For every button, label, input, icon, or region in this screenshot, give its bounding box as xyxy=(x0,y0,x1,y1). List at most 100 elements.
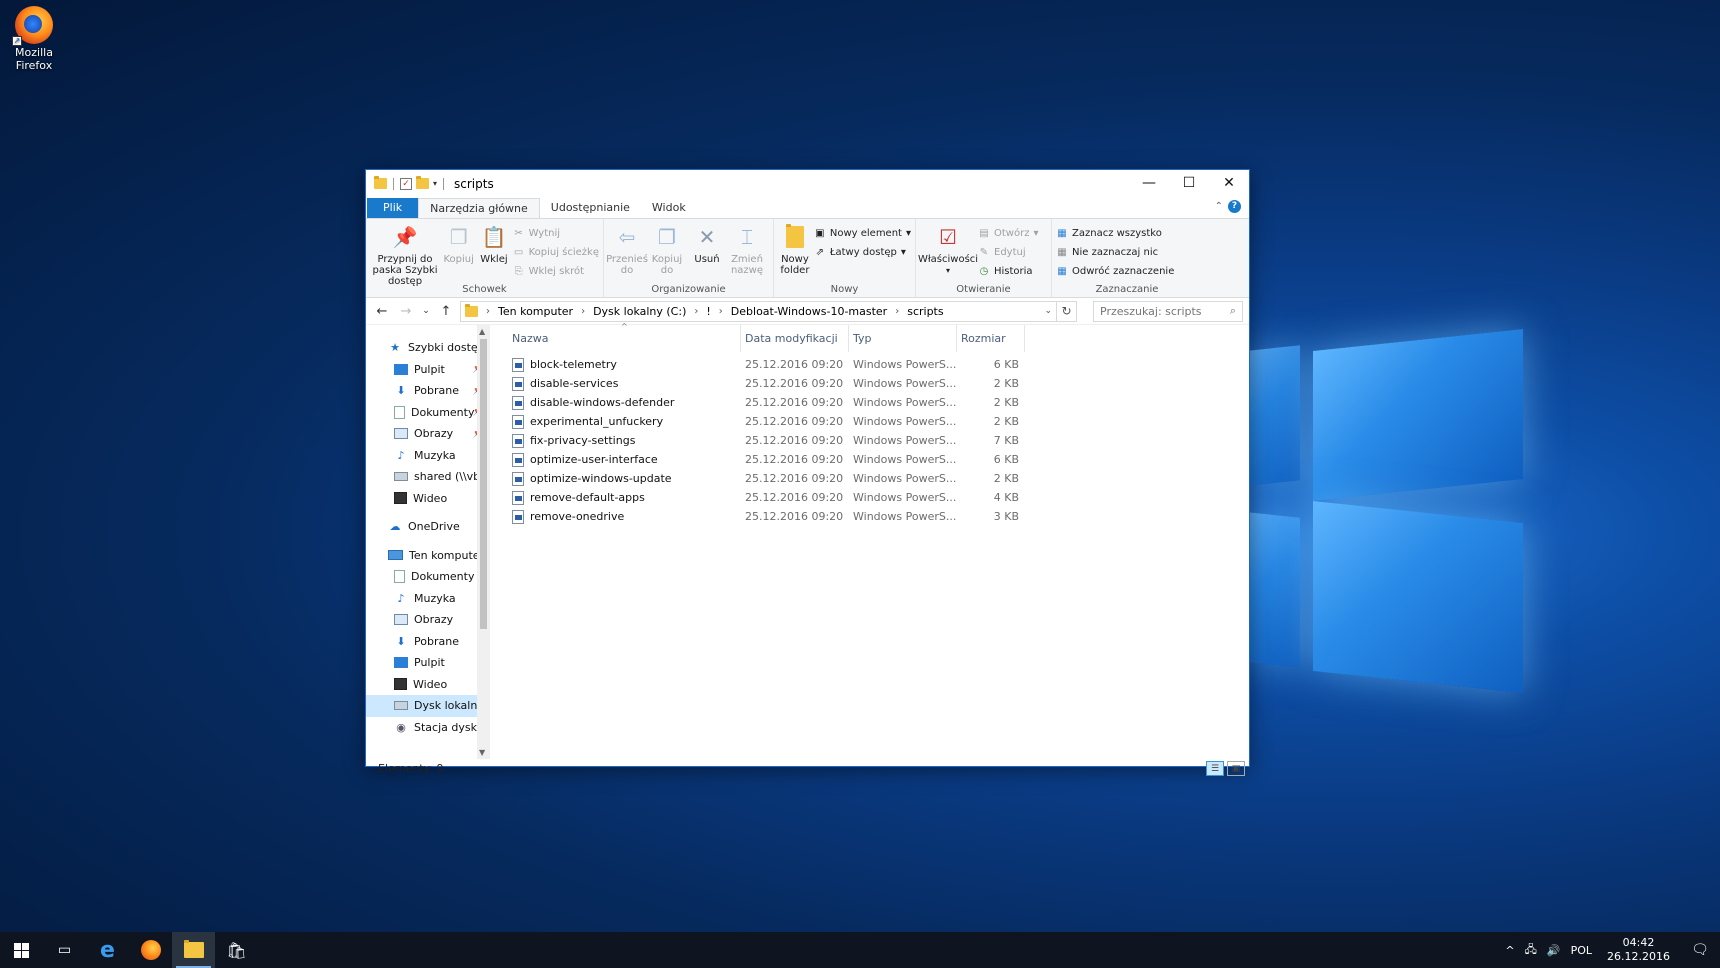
file-row[interactable]: disable-windows-defender 25.12.2016 09:20… xyxy=(508,393,1249,412)
cut-button[interactable]: ✂ Wytnij xyxy=(513,224,599,242)
file-name-cell[interactable]: experimental_unfuckery xyxy=(508,414,741,429)
collapse-ribbon-icon[interactable]: ⌃ xyxy=(1215,201,1223,212)
desktop-icon-firefox[interactable]: ↗ Mozilla Firefox xyxy=(8,6,60,72)
customize-qat-arrow-icon[interactable]: ▾ xyxy=(433,179,437,188)
action-center-icon[interactable]: 🗨 xyxy=(1680,942,1720,958)
search-box[interactable]: ⌕ xyxy=(1093,300,1243,322)
nav-item-pc-dokumenty[interactable]: Dokumenty xyxy=(366,566,490,588)
breadcrumb-debloat[interactable]: Debloat-Windows-10-master xyxy=(731,305,887,318)
nav-item-wideo[interactable]: Wideo xyxy=(366,488,490,510)
clock[interactable]: 04:42 26.12.2016 xyxy=(1597,936,1680,964)
scroll-down-icon[interactable]: ▼ xyxy=(479,748,485,757)
show-hidden-icons-icon[interactable]: ^ xyxy=(1500,944,1519,957)
nav-item-pc-pobrane[interactable]: ⬇ Pobrane xyxy=(366,631,490,653)
file-name-cell[interactable]: fix-privacy-settings xyxy=(508,433,741,448)
open-button[interactable]: ▤ Otwórz ▾ xyxy=(978,224,1038,242)
tab-home[interactable]: Narzędzia główne xyxy=(418,198,540,218)
chevron-right-icon[interactable]: › xyxy=(486,306,490,317)
refresh-button[interactable]: ↻ xyxy=(1057,300,1077,322)
start-button[interactable] xyxy=(0,932,43,968)
new-folder-qat-icon[interactable] xyxy=(416,176,429,189)
nav-item-dokumenty[interactable]: Dokumenty📌 xyxy=(366,402,490,424)
easy-access-button[interactable]: ⇗ Łatwy dostęp ▾ xyxy=(814,243,911,261)
breadcrumb-bang[interactable]: ! xyxy=(706,305,710,318)
address-bar[interactable]: › Ten komputer › Dysk lokalny (C:) › ! ›… xyxy=(460,300,1057,322)
details-view-button[interactable]: ☰ xyxy=(1206,761,1224,776)
chevron-right-icon[interactable]: › xyxy=(895,306,899,317)
file-row[interactable]: remove-default-apps 25.12.2016 09:20 Windo… xyxy=(508,488,1249,507)
network-icon[interactable]: 🖧 xyxy=(1520,941,1542,960)
file-row[interactable]: remove-onedrive 25.12.2016 09:20 Windows P… xyxy=(508,507,1249,526)
forward-button[interactable]: → xyxy=(396,304,416,319)
nav-item-pobrane[interactable]: ⬇Pobrane📌 xyxy=(366,380,490,402)
edge-button[interactable]: e xyxy=(86,932,129,968)
file-row[interactable]: fix-privacy-settings 25.12.2016 09:20 Wind… xyxy=(508,431,1249,450)
edit-button[interactable]: ✎ Edytuj xyxy=(978,243,1038,261)
file-row[interactable]: block-telemetry 25.12.2016 09:20 Windows P… xyxy=(508,355,1249,374)
file-name-cell[interactable]: optimize-windows-update xyxy=(508,471,741,486)
scrollbar-thumb[interactable] xyxy=(480,339,487,629)
store-button[interactable]: 🛍 xyxy=(215,932,258,968)
nav-quick-access[interactable]: ★ Szybki dostęp xyxy=(366,337,490,359)
nav-item-cd-drive[interactable]: ◉Stacja dysków C xyxy=(366,717,490,739)
up-button[interactable]: ↑ xyxy=(436,304,456,319)
nav-this-pc[interactable]: Ten komputer xyxy=(366,545,490,567)
new-item-button[interactable]: ▣ Nowy element ▾ xyxy=(814,224,911,242)
recent-locations-button[interactable]: ⌄ xyxy=(420,306,432,316)
tab-share[interactable]: Udostępnianie xyxy=(540,198,641,218)
tab-view[interactable]: Widok xyxy=(641,198,697,218)
file-name-cell[interactable]: disable-services xyxy=(508,376,741,391)
search-input[interactable] xyxy=(1100,304,1230,318)
copy-path-button[interactable]: ▭ Kopiuj ścieżkę xyxy=(513,243,599,261)
breadcrumb-scripts[interactable]: scripts xyxy=(907,305,943,318)
column-header-date[interactable]: Data modyfikacji xyxy=(741,325,849,352)
file-row[interactable]: experimental_unfuckery 25.12.2016 09:20 Wi… xyxy=(508,412,1249,431)
breadcrumb-local-disk[interactable]: Dysk lokalny (C:) xyxy=(593,305,686,318)
history-button[interactable]: ◷ Historia xyxy=(978,262,1038,280)
nav-item-pc-muzyka[interactable]: ♪ Muzyka xyxy=(366,588,490,610)
firefox-taskbar-button[interactable] xyxy=(129,932,172,968)
title-bar[interactable]: ✓ ▾ scripts — ☐ ✕ xyxy=(366,170,1249,197)
nav-item-obrazy[interactable]: Obrazy📌 xyxy=(366,423,490,445)
nav-onedrive[interactable]: ☁ OneDrive xyxy=(366,516,490,538)
select-none-button[interactable]: ▦ Nie zaznaczaj nic xyxy=(1056,243,1174,261)
volume-icon[interactable]: 🔊 xyxy=(1542,944,1566,957)
minimize-button[interactable]: — xyxy=(1129,170,1169,196)
column-header-size[interactable]: Rozmiar xyxy=(957,325,1025,352)
properties-qat-icon[interactable]: ✓ xyxy=(400,177,412,190)
column-header-type[interactable]: Typ xyxy=(849,325,957,352)
file-name-cell[interactable]: remove-onedrive xyxy=(508,509,741,524)
nav-item-pc-obrazy[interactable]: Obrazy xyxy=(366,609,490,631)
file-explorer-taskbar-button[interactable] xyxy=(172,932,215,968)
nav-item-local-disk[interactable]: Dysk lokalny (C:) xyxy=(366,695,490,717)
close-button[interactable]: ✕ xyxy=(1209,170,1249,196)
file-name-cell[interactable]: block-telemetry xyxy=(508,357,741,372)
paste-shortcut-button[interactable]: ⎘ Wklej skrót xyxy=(513,262,599,280)
tab-file[interactable]: Plik xyxy=(367,198,419,218)
chevron-right-icon[interactable]: › xyxy=(581,306,585,317)
file-row[interactable]: disable-services 25.12.2016 09:20 Windows … xyxy=(508,374,1249,393)
nav-item-pulpit[interactable]: Pulpit📌 xyxy=(366,359,490,381)
file-row[interactable]: optimize-windows-update 25.12.2016 09:20 W… xyxy=(508,469,1249,488)
large-icons-view-button[interactable]: ▣ xyxy=(1227,761,1245,776)
nav-scrollbar[interactable]: ▲ ▼ xyxy=(477,325,490,759)
chevron-right-icon[interactable]: › xyxy=(719,306,723,317)
address-dropdown-icon[interactable]: ⌄ xyxy=(1044,306,1052,316)
help-icon[interactable]: ? xyxy=(1228,200,1241,213)
task-view-button[interactable]: ▭ xyxy=(43,932,86,968)
chevron-right-icon[interactable]: › xyxy=(694,306,698,317)
maximize-button[interactable]: ☐ xyxy=(1169,170,1209,196)
file-name-cell[interactable]: optimize-user-interface xyxy=(508,452,741,467)
nav-item-shared[interactable]: shared (\\vboxsr xyxy=(366,466,490,488)
invert-selection-button[interactable]: ▦ Odwróć zaznaczenie xyxy=(1056,262,1174,280)
select-all-button[interactable]: ▦ Zaznacz wszystko xyxy=(1056,224,1174,242)
nav-item-pc-wideo[interactable]: Wideo xyxy=(366,674,490,696)
scroll-up-icon[interactable]: ▲ xyxy=(479,327,485,336)
file-name-cell[interactable]: disable-windows-defender xyxy=(508,395,741,410)
file-row[interactable]: optimize-user-interface 25.12.2016 09:20 W… xyxy=(508,450,1249,469)
nav-item-muzyka[interactable]: ♪ Muzyka xyxy=(366,445,490,467)
back-button[interactable]: ← xyxy=(372,304,392,319)
breadcrumb-this-pc[interactable]: Ten komputer xyxy=(498,305,573,318)
language-indicator[interactable]: POL xyxy=(1566,944,1597,957)
file-name-cell[interactable]: remove-default-apps xyxy=(508,490,741,505)
